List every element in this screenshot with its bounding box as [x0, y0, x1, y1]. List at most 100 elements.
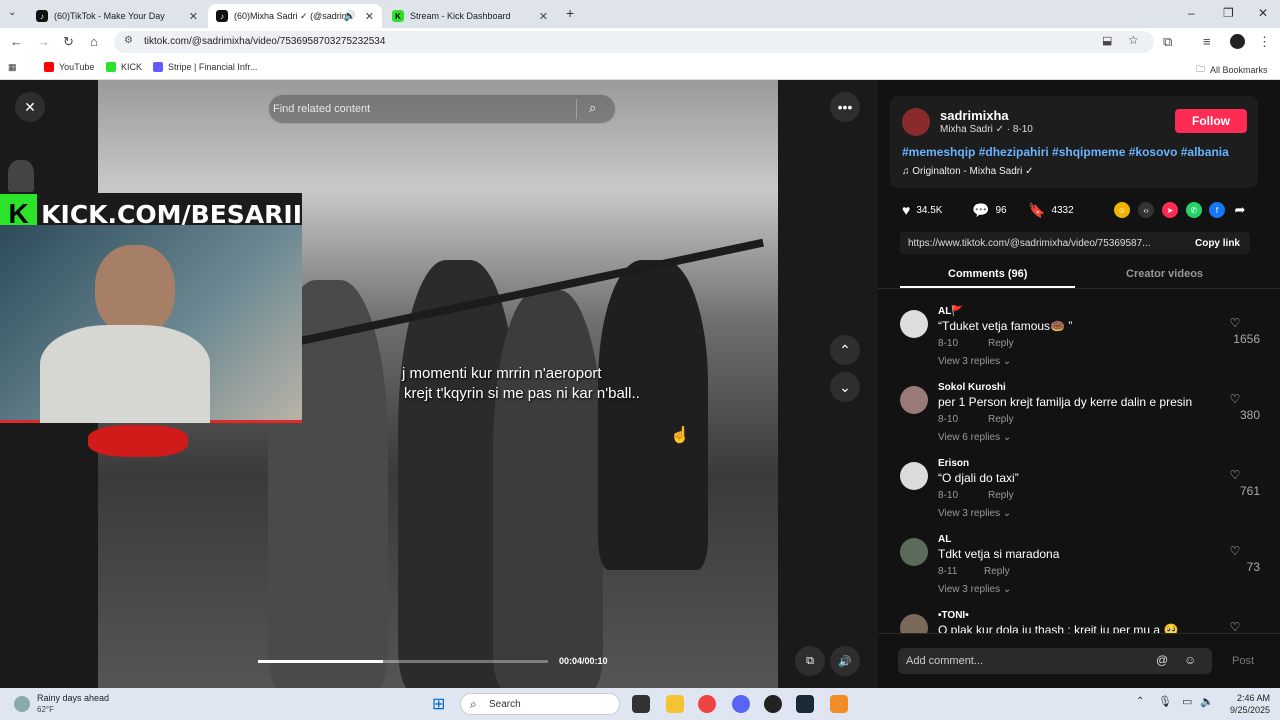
post-hashtags[interactable]: #memeshqip #dhezipahiri #shqipmeme #koso… [902, 145, 1229, 159]
comment-author[interactable]: Erison [938, 458, 969, 469]
emoji-icon[interactable]: ☺ [1184, 653, 1196, 667]
extensions-icon[interactable]: ⧉ [1163, 34, 1172, 50]
add-comment-input[interactable]: Add comment... @ ☺ [898, 648, 1212, 674]
bookmark-kick[interactable]: KICK [106, 62, 142, 72]
comment-like-icon[interactable]: ♡ [1220, 620, 1250, 634]
reply-button[interactable]: Reply [988, 414, 1014, 425]
reload-icon[interactable]: ↻ [63, 34, 74, 50]
tab-mixha-sadri[interactable]: ♪ (60)Mixha Sadri ✓ (@sadrim 🔊 ✕ [208, 4, 382, 28]
reply-button[interactable]: Reply [984, 566, 1010, 577]
app-icon[interactable] [830, 695, 848, 713]
taskbar-time[interactable]: 2:46 AM [1224, 693, 1270, 703]
view-replies-button[interactable]: View 3 replies ⌄ [938, 508, 1011, 519]
creator-username[interactable]: sadrimixha [940, 108, 1009, 123]
friends-share-icon[interactable]: ☺ [1114, 202, 1130, 218]
tab-search-chevron-icon[interactable]: ⌄ [8, 7, 16, 18]
comment-avatar[interactable] [900, 614, 928, 634]
tab-comments[interactable]: Comments (96) [948, 268, 1027, 280]
comment-author[interactable]: •TONI• [938, 610, 969, 621]
more-options-button[interactable]: ••• [830, 92, 860, 122]
tab-tiktok-home[interactable]: ♪ (60)TikTok - Make Your Day ✕ [28, 4, 206, 28]
bookmark-youtube[interactable]: YouTube [44, 62, 94, 72]
install-app-icon[interactable]: ⬓ [1102, 34, 1112, 47]
close-tab-icon[interactable]: ✕ [539, 10, 548, 23]
save-stat[interactable]: 🔖 4332 [1028, 202, 1074, 219]
audio-playing-icon[interactable]: 🔊 [344, 11, 356, 22]
view-replies-button[interactable]: View 6 replies ⌄ [938, 432, 1011, 443]
floating-player-button[interactable]: ⧉ [795, 646, 825, 676]
close-tab-icon[interactable]: ✕ [189, 10, 198, 23]
share-arrow-icon[interactable]: ➦ [1232, 202, 1248, 218]
send-share-icon[interactable]: ➤ [1162, 202, 1178, 218]
tab-kick-dashboard[interactable]: K Stream - Kick Dashboard ✕ [384, 4, 556, 28]
mention-icon[interactable]: @ [1156, 653, 1168, 667]
back-icon[interactable]: ← [10, 34, 23, 49]
taskbar-date[interactable]: 9/25/2025 [1214, 705, 1270, 715]
chrome-icon[interactable] [698, 695, 716, 713]
media-controls-icon[interactable]: ≡ [1203, 34, 1211, 49]
comment-author[interactable]: AL🚩 [938, 306, 964, 317]
all-bookmarks[interactable]: 🗀 All Bookmarks [1196, 62, 1268, 78]
home-icon[interactable]: ⌂ [90, 34, 98, 49]
comment-avatar[interactable] [900, 310, 928, 338]
apps-grid-icon[interactable]: ▦ [8, 62, 17, 73]
reply-button[interactable]: Reply [988, 338, 1014, 349]
windows-start-icon[interactable]: ⊞ [432, 694, 445, 714]
comment-like-icon[interactable]: ♡ [1220, 468, 1250, 482]
follow-button[interactable]: Follow [1175, 109, 1247, 133]
post-comment-button[interactable]: Post [1232, 655, 1254, 667]
comment-stat[interactable]: 💬 96 [972, 202, 1007, 219]
weather-text[interactable]: Rainy days ahead [37, 693, 109, 703]
site-info-icon[interactable]: ⚙ [124, 35, 133, 46]
bookmark-stripe[interactable]: Stripe | Financial Infr... [153, 62, 257, 72]
microphone-icon[interactable]: 🎙 [1158, 695, 1172, 708]
copy-link-button[interactable]: Copy link [1195, 238, 1240, 249]
comment-like-icon[interactable]: ♡ [1220, 392, 1250, 406]
facebook-icon[interactable]: f [1209, 202, 1225, 218]
next-video-button[interactable]: ⌄ [830, 372, 860, 402]
restore-icon[interactable]: ❐ [1223, 6, 1234, 20]
minimize-icon[interactable]: – [1188, 6, 1195, 20]
close-window-icon[interactable]: ✕ [1258, 6, 1268, 20]
network-icon[interactable]: ▭ [1182, 695, 1192, 708]
comment-avatar[interactable] [900, 538, 928, 566]
video-progress-bar[interactable] [258, 660, 548, 663]
comment-avatar[interactable] [900, 462, 928, 490]
bookmark-star-icon[interactable]: ☆ [1128, 33, 1139, 47]
discord-icon[interactable] [732, 695, 750, 713]
whatsapp-icon[interactable]: ✆ [1186, 202, 1202, 218]
embed-code-icon[interactable]: ‹› [1138, 202, 1154, 218]
steam-icon[interactable] [796, 695, 814, 713]
speaker-icon[interactable]: 🔈 [1200, 695, 1214, 708]
menu-kebab-icon[interactable]: ⋮ [1258, 34, 1271, 50]
view-replies-button[interactable]: View 3 replies ⌄ [938, 584, 1011, 595]
taskbar-search[interactable]: ⌕ Search [460, 693, 620, 715]
comment-like-icon[interactable]: ♡ [1220, 544, 1250, 558]
forward-icon[interactable]: → [37, 34, 50, 49]
volume-button[interactable]: 🔊 [830, 646, 860, 676]
find-related-search[interactable]: Find related content ⌕ [268, 94, 616, 124]
like-stat[interactable]: ♥ 34.5K [902, 202, 942, 218]
comment-avatar[interactable] [900, 386, 928, 414]
post-sound[interactable]: ♫ Originalton - Mixha Sadri ✓ [902, 166, 1033, 177]
comment-author[interactable]: Sokol Kuroshi [938, 382, 1006, 393]
tiktok-favicon-icon: ♪ [216, 10, 228, 22]
previous-video-button[interactable]: ⌃ [830, 335, 860, 365]
close-video-button[interactable]: ✕ [15, 92, 45, 122]
tab-creator-videos[interactable]: Creator videos [1126, 268, 1203, 280]
obs-icon[interactable] [764, 695, 782, 713]
tray-chevron-icon[interactable]: ⌃ [1136, 696, 1144, 707]
search-icon[interactable]: ⌕ [589, 100, 596, 116]
task-view-icon[interactable] [632, 695, 650, 713]
new-tab-icon[interactable]: + [566, 5, 574, 21]
address-bar[interactable]: ⚙ tiktok.com/@sadrimixha/video/753695870… [114, 31, 1154, 53]
comment-author[interactable]: AL [938, 534, 951, 545]
file-explorer-icon[interactable] [666, 695, 684, 713]
comment-like-icon[interactable]: ♡ [1220, 316, 1250, 330]
reply-button[interactable]: Reply [988, 490, 1014, 501]
creator-avatar[interactable] [902, 108, 930, 136]
profile-avatar[interactable] [1230, 34, 1245, 49]
weather-icon[interactable] [14, 696, 30, 712]
close-tab-icon[interactable]: ✕ [365, 10, 374, 23]
view-replies-button[interactable]: View 3 replies ⌄ [938, 356, 1011, 367]
